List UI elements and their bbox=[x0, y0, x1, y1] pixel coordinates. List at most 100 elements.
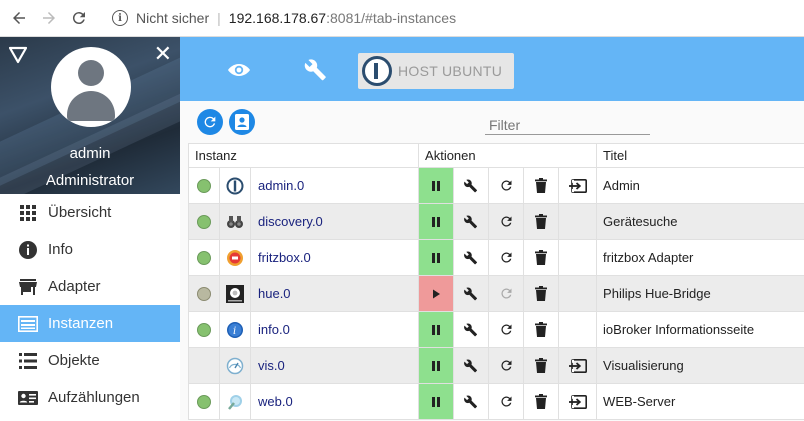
pause-button[interactable] bbox=[418, 311, 455, 348]
forward-button[interactable] bbox=[38, 7, 60, 29]
instance-name[interactable]: discovery.0 bbox=[249, 203, 420, 240]
trash-icon bbox=[535, 286, 548, 301]
refresh-button[interactable] bbox=[197, 109, 223, 135]
delete-button[interactable] bbox=[523, 275, 560, 312]
pause-button[interactable] bbox=[418, 347, 455, 384]
user-role: Administrator bbox=[45, 172, 135, 189]
address-separator: | bbox=[217, 10, 221, 26]
user-profile-panel: ✕ admin Administrator bbox=[0, 37, 180, 194]
gauge-icon bbox=[226, 357, 244, 375]
pause-button[interactable] bbox=[418, 239, 455, 276]
column-header-instance[interactable]: Instanz bbox=[187, 143, 420, 168]
table-row: admin.0 Admin bbox=[188, 167, 804, 204]
open-web-button[interactable] bbox=[558, 347, 598, 384]
instance-name[interactable]: vis.0 bbox=[249, 347, 420, 384]
instance-name[interactable]: admin.0 bbox=[249, 167, 420, 204]
triangle-down-icon[interactable] bbox=[9, 46, 27, 64]
settings-button[interactable] bbox=[453, 347, 490, 384]
settings-button[interactable] bbox=[453, 275, 490, 312]
status-indicator bbox=[197, 250, 211, 265]
delete-button[interactable] bbox=[523, 383, 560, 420]
sidebar-item-aufzaehlungen[interactable]: Aufzählungen bbox=[0, 379, 180, 416]
restart-button[interactable] bbox=[488, 383, 525, 420]
start-button[interactable] bbox=[418, 275, 455, 312]
icon-cell bbox=[219, 383, 251, 420]
delete-button[interactable] bbox=[523, 239, 560, 276]
top-toolbar: HOST UBUNTU bbox=[180, 37, 804, 101]
reload-icon bbox=[500, 288, 512, 299]
table-row: i info.0 ioBroker Informationsseite bbox=[188, 311, 804, 348]
host-button[interactable]: HOST UBUNTU bbox=[358, 53, 514, 89]
trash-icon bbox=[535, 214, 548, 229]
settings-button[interactable] bbox=[453, 167, 490, 204]
status-indicator bbox=[197, 214, 211, 229]
sidebar-item-label: Aufzählungen bbox=[48, 389, 140, 406]
arrow-right-icon bbox=[43, 12, 55, 24]
restart-button[interactable] bbox=[488, 239, 525, 276]
settings-button[interactable] bbox=[453, 239, 490, 276]
sidebar-item-adapter[interactable]: Adapter bbox=[0, 268, 180, 305]
avatar bbox=[51, 47, 131, 127]
table-row: vis.0 Visualisierung bbox=[188, 347, 804, 384]
reload-icon bbox=[500, 360, 512, 371]
instance-title: Gerätesuche bbox=[596, 203, 804, 240]
delete-button[interactable] bbox=[523, 203, 560, 240]
restart-button[interactable] bbox=[488, 311, 525, 348]
web-globe-icon bbox=[226, 393, 244, 411]
iobroker-logo-icon bbox=[362, 56, 392, 86]
store-icon bbox=[18, 277, 38, 297]
close-icon[interactable]: ✕ bbox=[154, 43, 172, 65]
pause-button[interactable] bbox=[418, 383, 455, 420]
pause-icon bbox=[432, 252, 441, 263]
trash-icon bbox=[535, 250, 548, 265]
filter-input[interactable] bbox=[485, 113, 650, 135]
reload-button[interactable] bbox=[68, 7, 90, 29]
instance-name[interactable]: hue.0 bbox=[249, 275, 420, 312]
restart-button[interactable] bbox=[488, 203, 525, 240]
sidebar-item-info[interactable]: Info bbox=[0, 231, 180, 268]
column-header-title[interactable]: Titel bbox=[596, 143, 804, 168]
settings-button[interactable] bbox=[453, 203, 490, 240]
status-indicator bbox=[197, 322, 211, 337]
instance-name[interactable]: info.0 bbox=[249, 311, 420, 348]
wrench-icon[interactable] bbox=[303, 57, 329, 83]
restart-button[interactable] bbox=[488, 347, 525, 384]
reload-icon bbox=[72, 12, 85, 25]
address-bar[interactable]: i Nicht sicher | 192.168.178.67:8081/#ta… bbox=[112, 10, 456, 26]
status-indicator bbox=[197, 359, 211, 373]
open-web-icon bbox=[568, 358, 587, 373]
eye-icon[interactable] bbox=[226, 57, 252, 83]
instance-name[interactable]: fritzbox.0 bbox=[249, 239, 420, 276]
pause-button[interactable] bbox=[418, 167, 455, 204]
sidebar-item-label: Info bbox=[48, 241, 74, 258]
trash-icon bbox=[535, 178, 548, 193]
play-icon bbox=[433, 289, 441, 298]
empty-action-cell bbox=[558, 203, 598, 240]
fritzbox-icon bbox=[226, 249, 244, 267]
settings-button[interactable] bbox=[453, 311, 490, 348]
status-cell bbox=[188, 167, 220, 204]
sidebar-nav: Übersicht Info Adapter Instanzen Objekte… bbox=[0, 194, 180, 416]
icon-cell bbox=[219, 203, 251, 240]
sidebar-item-objekte[interactable]: Objekte bbox=[0, 342, 180, 379]
sidebar-item-instanzen[interactable]: Instanzen bbox=[0, 305, 180, 342]
expert-mode-button[interactable] bbox=[229, 109, 255, 135]
empty-action-cell bbox=[558, 311, 598, 348]
pause-button[interactable] bbox=[418, 203, 455, 240]
back-button[interactable] bbox=[8, 7, 30, 29]
open-web-button[interactable] bbox=[558, 167, 598, 204]
instance-name[interactable]: web.0 bbox=[249, 383, 420, 420]
open-web-button[interactable] bbox=[558, 383, 598, 420]
delete-button[interactable] bbox=[523, 311, 560, 348]
trash-icon bbox=[535, 322, 548, 337]
empty-action-cell bbox=[558, 275, 598, 312]
icon-cell bbox=[219, 239, 251, 276]
column-header-actions: Aktionen bbox=[418, 143, 598, 168]
instance-title: WEB-Server bbox=[596, 383, 804, 420]
delete-button[interactable] bbox=[523, 347, 560, 384]
settings-button[interactable] bbox=[453, 383, 490, 420]
restart-button[interactable] bbox=[488, 167, 525, 204]
sidebar-item-uebersicht[interactable]: Übersicht bbox=[0, 194, 180, 231]
delete-button[interactable] bbox=[523, 167, 560, 204]
restart-button[interactable] bbox=[488, 275, 525, 312]
